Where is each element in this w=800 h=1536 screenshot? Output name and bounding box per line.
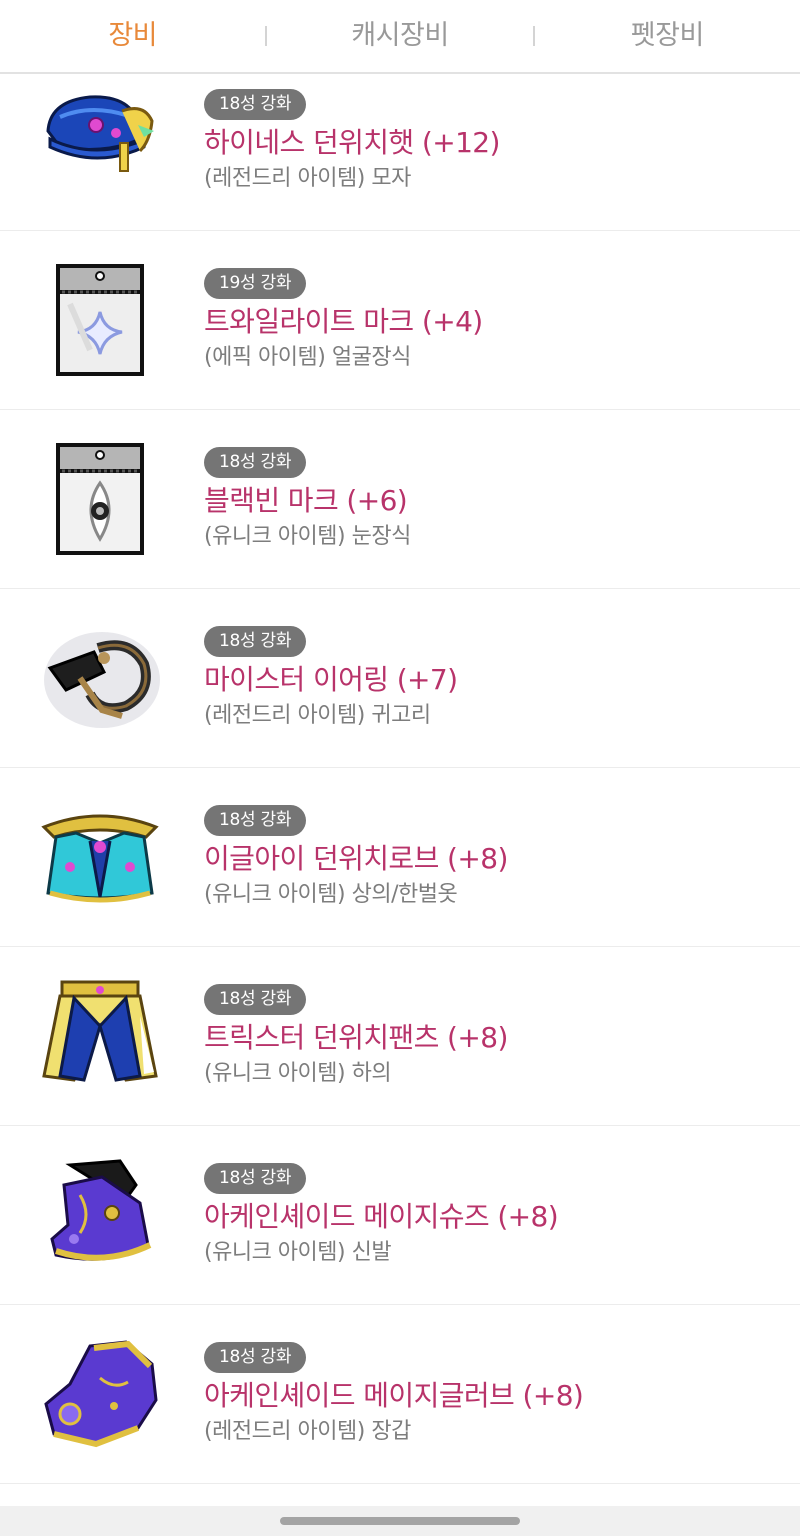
tab-pet-equipment[interactable]: 펫장비 (535, 0, 800, 73)
item-name: 아케인셰이드 메이지글러브 (+8) (204, 1379, 584, 1412)
star-force-badge: 18성 강화 (204, 626, 307, 657)
item-name: 아케인셰이드 메이지슈즈 (+8) (204, 1200, 559, 1233)
equipment-item[interactable]: 18성 강화 트릭스터 던위치팬츠 (+8) (유니크 아이템) 하의 (0, 947, 800, 1126)
item-rarity-slot: (레전드리 아이템) 장갑 (204, 1419, 411, 1444)
equipment-item[interactable]: 18성 강화 블랙빈 마크 (+6) (유니크 아이템) 눈장식 (0, 410, 800, 589)
item-rarity-slot: (유니크 아이템) 눈장식 (204, 524, 411, 549)
equipment-list: 18성 강화 하이네스 던위치햇 (+12) (레전드리 아이템) 모자 19성… (0, 76, 800, 1484)
system-navigation-bar (0, 1506, 800, 1536)
star-force-badge: 18성 강화 (204, 89, 307, 120)
star-force-badge: 18성 강화 (204, 984, 307, 1015)
item-name: 마이스터 이어링 (+7) (204, 663, 458, 696)
equipment-item[interactable]: 19성 강화 트와일라이트 마크 (+4) (에픽 아이템) 얼굴장식 (0, 231, 800, 410)
item-name: 트와일라이트 마크 (+4) (204, 305, 483, 338)
star-force-badge: 18성 강화 (204, 1342, 307, 1373)
item-rarity-slot: (유니크 아이템) 하의 (204, 1061, 392, 1086)
item-name: 트릭스터 던위치팬츠 (+8) (204, 1021, 508, 1054)
equipment-item[interactable]: 18성 강화 이글아이 던위치로브 (+8) (유니크 아이템) 상의/한벌옷 (0, 768, 800, 947)
hat-icon (40, 81, 160, 201)
item-rarity-slot: (레전드리 아이템) 귀고리 (204, 703, 431, 728)
gloves-icon (40, 1334, 160, 1454)
equipment-item[interactable]: 18성 강화 아케인셰이드 메이지슈즈 (+8) (유니크 아이템) 신발 (0, 1126, 800, 1305)
star-force-badge: 18성 강화 (204, 447, 307, 478)
item-name: 블랙빈 마크 (+6) (204, 484, 408, 517)
tab-bar: 장비 캐시장비 펫장비 (0, 0, 800, 74)
earring-icon (40, 618, 160, 738)
tab-cash-equipment[interactable]: 캐시장비 (267, 0, 532, 73)
item-rarity-slot: (에픽 아이템) 얼굴장식 (204, 345, 411, 370)
equipment-item[interactable]: 18성 강화 아케인셰이드 메이지글러브 (+8) (레전드리 아이템) 장갑 (0, 1305, 800, 1484)
equipment-screen: 장비 캐시장비 펫장비 18성 강화 하이네스 던위치햇 (+12) (레전드리… (0, 0, 800, 1536)
home-indicator[interactable] (280, 1517, 520, 1525)
item-rarity-slot: (유니크 아이템) 상의/한벌옷 (204, 882, 458, 907)
equipment-item[interactable]: 18성 강화 하이네스 던위치햇 (+12) (레전드리 아이템) 모자 (0, 76, 800, 231)
pants-icon (40, 976, 160, 1096)
item-rarity-slot: (레전드리 아이템) 모자 (204, 166, 411, 191)
eye-accessory-icon (40, 439, 160, 559)
star-force-badge: 19성 강화 (204, 268, 307, 299)
star-force-badge: 18성 강화 (204, 805, 307, 836)
shoes-icon (40, 1155, 160, 1275)
robe-icon (40, 797, 160, 917)
tab-equipment[interactable]: 장비 (0, 0, 265, 73)
item-name: 하이네스 던위치햇 (+12) (204, 126, 500, 159)
face-accessory-icon (40, 260, 160, 380)
equipment-item[interactable]: 18성 강화 마이스터 이어링 (+7) (레전드리 아이템) 귀고리 (0, 589, 800, 768)
item-rarity-slot: (유니크 아이템) 신발 (204, 1240, 392, 1265)
star-force-badge: 18성 강화 (204, 1163, 307, 1194)
item-name: 이글아이 던위치로브 (+8) (204, 842, 508, 875)
